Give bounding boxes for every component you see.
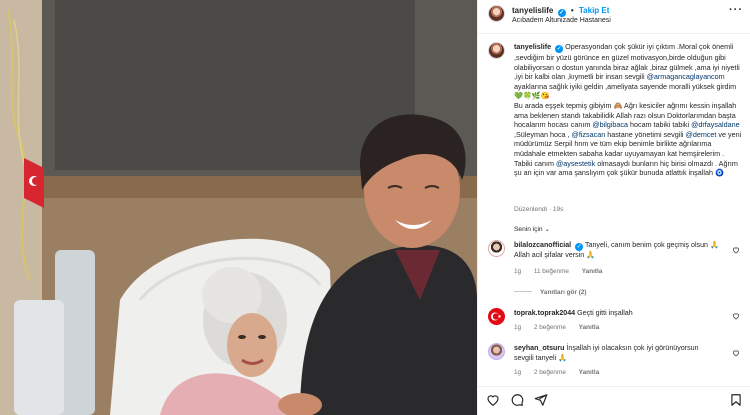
commenter-username[interactable]: seyhan_otsuru [514, 344, 564, 352]
comment-heart-icon[interactable] [732, 312, 740, 320]
chevron-down-icon: ⌄ [544, 226, 550, 233]
comment-sort-label: Senin için [514, 226, 543, 233]
mention-link[interactable]: @armagancaglayancom [647, 72, 725, 81]
caption-text-segment: hocam tabiki tabiki [627, 120, 692, 130]
verified-badge-icon: ✓ [557, 9, 566, 17]
commenter-avatar[interactable] [488, 343, 505, 360]
comment-likes[interactable]: 2 beğenme [534, 324, 566, 331]
follow-button[interactable]: Takip Et [579, 6, 610, 15]
comment-time: 1g [514, 369, 522, 376]
caption-edited-time: Düzenlendi · 19s [514, 206, 564, 213]
comment-icon[interactable] [510, 393, 524, 407]
comment-text: toprak.toprak2044 Geçti gitti inşallah [514, 309, 719, 319]
comment-body: Geçti gitti inşallah [577, 309, 633, 317]
comment-time: 1g [514, 268, 522, 275]
more-options-icon[interactable]: ··· [729, 4, 743, 16]
mention-link[interactable]: @drfaysaldane [691, 120, 739, 129]
reply-button[interactable]: Yanıtla [582, 268, 603, 275]
comment-likes[interactable]: 2 beğenme [534, 369, 566, 376]
comment-time: 1g [514, 324, 522, 331]
view-replies-button[interactable]: Yanıtları gör (2) [514, 289, 587, 296]
caption-body: Operasyondan çok şükür iyi çıktım .Moral… [514, 42, 741, 177]
post-action-bar [478, 386, 750, 415]
comment-sort-select[interactable]: Senin için ⌄ [514, 225, 550, 233]
separator-dot: • [570, 6, 574, 15]
reply-button[interactable]: Yanıtla [579, 369, 600, 376]
caption-author-avatar[interactable] [488, 42, 505, 59]
comment-heart-icon[interactable] [732, 246, 740, 254]
caption-text: tanyelislife ✓ Operasyondan çok şükür iy… [514, 42, 744, 178]
verified-badge-icon: ✓ [575, 243, 584, 251]
commenter-username[interactable]: toprak.toprak2044 [514, 309, 575, 317]
caption-username[interactable]: tanyelislife [514, 42, 551, 51]
comment-heart-icon[interactable] [732, 349, 740, 357]
caption-text-segment: ,Süleyman hoca , [514, 129, 572, 139]
post-photo[interactable] [0, 0, 477, 415]
mention-link[interactable]: @bilgibaca [592, 120, 628, 129]
heart-icon[interactable] [486, 393, 500, 407]
comment-meta: 1g 11 beğenme Yanıtla [514, 268, 613, 275]
comment-meta: 1g 2 beğenme Yanıtla [514, 324, 610, 331]
comment-text: bilalozcanofficial ✓ Tanyeli, canım beni… [514, 241, 719, 261]
comment-likes[interactable]: 11 beğenme [534, 268, 569, 275]
verified-badge-icon: ✓ [555, 45, 564, 53]
mention-link[interactable]: @fizsacan [572, 130, 606, 139]
comment-text: seyhan_otsuru İnşallah iyi olacaksın çok… [514, 344, 719, 363]
author-avatar[interactable] [488, 5, 505, 22]
caption-text-segment: hastane yönetimi sevgili [605, 129, 686, 139]
caption-text-segment: Tabiki canım [514, 158, 556, 168]
mention-link[interactable]: @aysestetik [556, 159, 595, 168]
share-icon[interactable] [534, 393, 548, 407]
post-location[interactable]: Acıbadem Altunizade Hastanesi [512, 17, 611, 24]
post-side-panel: tanyelislife ✓ • Takip Et Acıbadem Altun… [477, 0, 750, 415]
reply-button[interactable]: Yanıtla [579, 324, 600, 331]
post-photo-illustration [0, 0, 477, 415]
author-line: tanyelislife ✓ • Takip Et [512, 6, 609, 17]
comment-meta: 1g 2 beğenme Yanıtla [514, 369, 610, 376]
mention-link[interactable]: @demcet [686, 130, 717, 139]
caption-text-segment: ayaklarına sağlık iyiki geldin ,ameliyat… [514, 81, 737, 101]
bookmark-icon[interactable] [729, 393, 743, 407]
instagram-post-modal: tanyelislife ✓ • Takip Et Acıbadem Altun… [0, 0, 750, 415]
commenter-avatar[interactable] [488, 308, 505, 325]
commenter-username[interactable]: bilalozcanofficial [514, 241, 571, 249]
commenter-avatar[interactable] [488, 240, 505, 257]
post-header: tanyelislife ✓ • Takip Et Acıbadem Altun… [478, 0, 750, 34]
author-username[interactable]: tanyelislife [512, 6, 553, 15]
